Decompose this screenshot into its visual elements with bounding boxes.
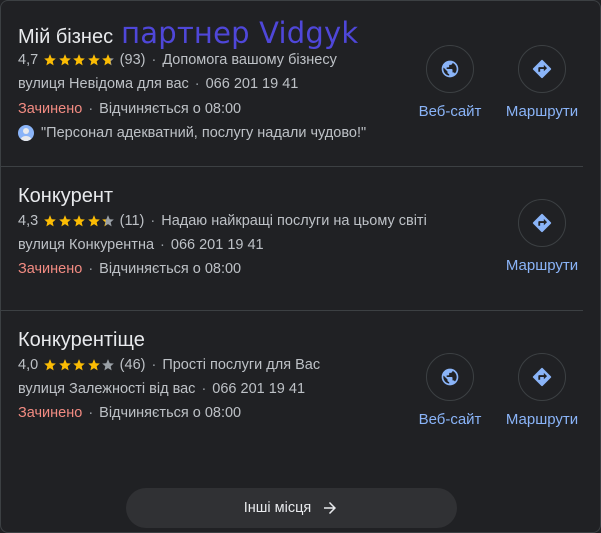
- directions-label[interactable]: Маршрути: [495, 411, 589, 428]
- globe-icon[interactable]: [426, 353, 474, 401]
- phone: 066 201 19 41: [205, 76, 299, 92]
- review-quote: "Персонал адекватний, послугу надали чуд…: [41, 125, 367, 141]
- star-icon: [73, 215, 86, 227]
- reviewer-avatar-icon: [18, 125, 34, 141]
- directions-icon[interactable]: [518, 199, 566, 247]
- rating-row: 4,3 (11) · Надаю найкращі послуги на цьо…: [18, 213, 427, 229]
- star-icon: [87, 215, 100, 227]
- review-count[interactable]: (93): [120, 52, 146, 68]
- star-icon: [102, 359, 115, 371]
- category: Прості послуги для Вас: [162, 357, 321, 373]
- directions-icon[interactable]: [518, 353, 566, 401]
- phone: 066 201 19 41: [212, 381, 306, 397]
- status-closed: Зачинено: [18, 261, 83, 277]
- more-places-label[interactable]: Інші місця: [244, 500, 312, 516]
- star-icon: [58, 215, 71, 227]
- star-icon: [73, 359, 86, 371]
- star-icon: [44, 54, 57, 66]
- separator: ·: [160, 237, 165, 253]
- divider: [0, 166, 583, 167]
- star-rating: [43, 53, 116, 67]
- rating-row: 4,0 (46) · Прості послуги для Вас: [18, 357, 320, 373]
- status-closed: Зачинено: [18, 405, 83, 421]
- globe-icon[interactable]: [426, 45, 474, 93]
- place-name[interactable]: Конкурентіще: [18, 329, 145, 352]
- hours-row: Зачинено · Відчиняється о 08:00: [18, 101, 241, 117]
- star-icon: [58, 359, 71, 371]
- star-icon: [44, 215, 57, 227]
- more-places-button[interactable]: Інші місця: [126, 488, 457, 528]
- separator: ·: [88, 261, 94, 277]
- directions-button[interactable]: Маршрути: [495, 353, 589, 428]
- opening-hours: Відчиняється о 08:00: [99, 405, 242, 421]
- opening-hours: Відчиняється о 08:00: [99, 101, 242, 117]
- rating-row: 4,7 (93) · Допомога вашому бізнесу: [18, 52, 337, 68]
- place-name[interactable]: Конкурент: [18, 185, 113, 208]
- opening-hours: Відчиняється о 08:00: [99, 261, 242, 277]
- directions-button[interactable]: Маршрути: [495, 199, 589, 274]
- address: вулиця Невідома для вас: [18, 76, 189, 92]
- website-label[interactable]: Веб-сайт: [403, 411, 497, 428]
- rating-value: 4,7: [18, 52, 39, 68]
- separator: ·: [151, 357, 157, 373]
- star-icon: [58, 54, 71, 66]
- directions-button[interactable]: Маршрути: [495, 45, 589, 120]
- address: вулиця Конкурентна: [18, 237, 155, 253]
- address-row: вулиця Залежності від вас · 066 201 19 4…: [18, 381, 305, 397]
- address-row: вулиця Конкурентна · 066 201 19 41: [18, 237, 264, 253]
- directions-label[interactable]: Маршрути: [495, 257, 589, 274]
- status-closed: Зачинено: [18, 101, 83, 117]
- separator: ·: [88, 405, 94, 421]
- partner-badge: партнер Vidgyk: [121, 16, 359, 50]
- website-label[interactable]: Веб-сайт: [403, 103, 497, 120]
- star-icon: [73, 54, 86, 66]
- website-button[interactable]: Веб-сайт: [403, 45, 497, 120]
- directions-icon[interactable]: [518, 45, 566, 93]
- star-icon: [87, 359, 100, 371]
- rating-value: 4,0: [18, 357, 39, 373]
- phone: 066 201 19 41: [170, 237, 264, 253]
- separator: ·: [194, 76, 200, 92]
- arrow-right-icon: [324, 502, 337, 514]
- review-count[interactable]: (11): [120, 213, 145, 229]
- directions-label[interactable]: Маршрути: [495, 103, 589, 120]
- separator: ·: [201, 381, 207, 397]
- address-row: вулиця Невідома для вас · 066 201 19 41: [18, 76, 298, 92]
- rating-value: 4,3: [18, 213, 39, 229]
- hours-row: Зачинено · Відчиняється о 08:00: [18, 261, 241, 277]
- category: Надаю найкращі послуги на цьому світі: [161, 213, 427, 229]
- review-snippet: "Персонал адекватний, послугу надали чуд…: [18, 125, 366, 141]
- star-rating: [43, 214, 116, 228]
- category: Допомога вашому бізнесу: [162, 52, 337, 68]
- website-button[interactable]: Веб-сайт: [403, 353, 497, 428]
- divider: [0, 310, 583, 311]
- separator: ·: [150, 213, 156, 229]
- address: вулиця Залежності від вас: [18, 381, 196, 397]
- star-icon: [102, 54, 115, 66]
- star-icon: [44, 359, 57, 371]
- star-icon: [102, 215, 115, 227]
- star-rating: [43, 358, 116, 372]
- review-count[interactable]: (46): [120, 357, 146, 373]
- place-name[interactable]: Мій бізнес: [18, 26, 113, 49]
- star-icon: [87, 54, 100, 66]
- hours-row: Зачинено · Відчиняється о 08:00: [18, 405, 241, 421]
- separator: ·: [151, 52, 157, 68]
- separator: ·: [88, 101, 94, 117]
